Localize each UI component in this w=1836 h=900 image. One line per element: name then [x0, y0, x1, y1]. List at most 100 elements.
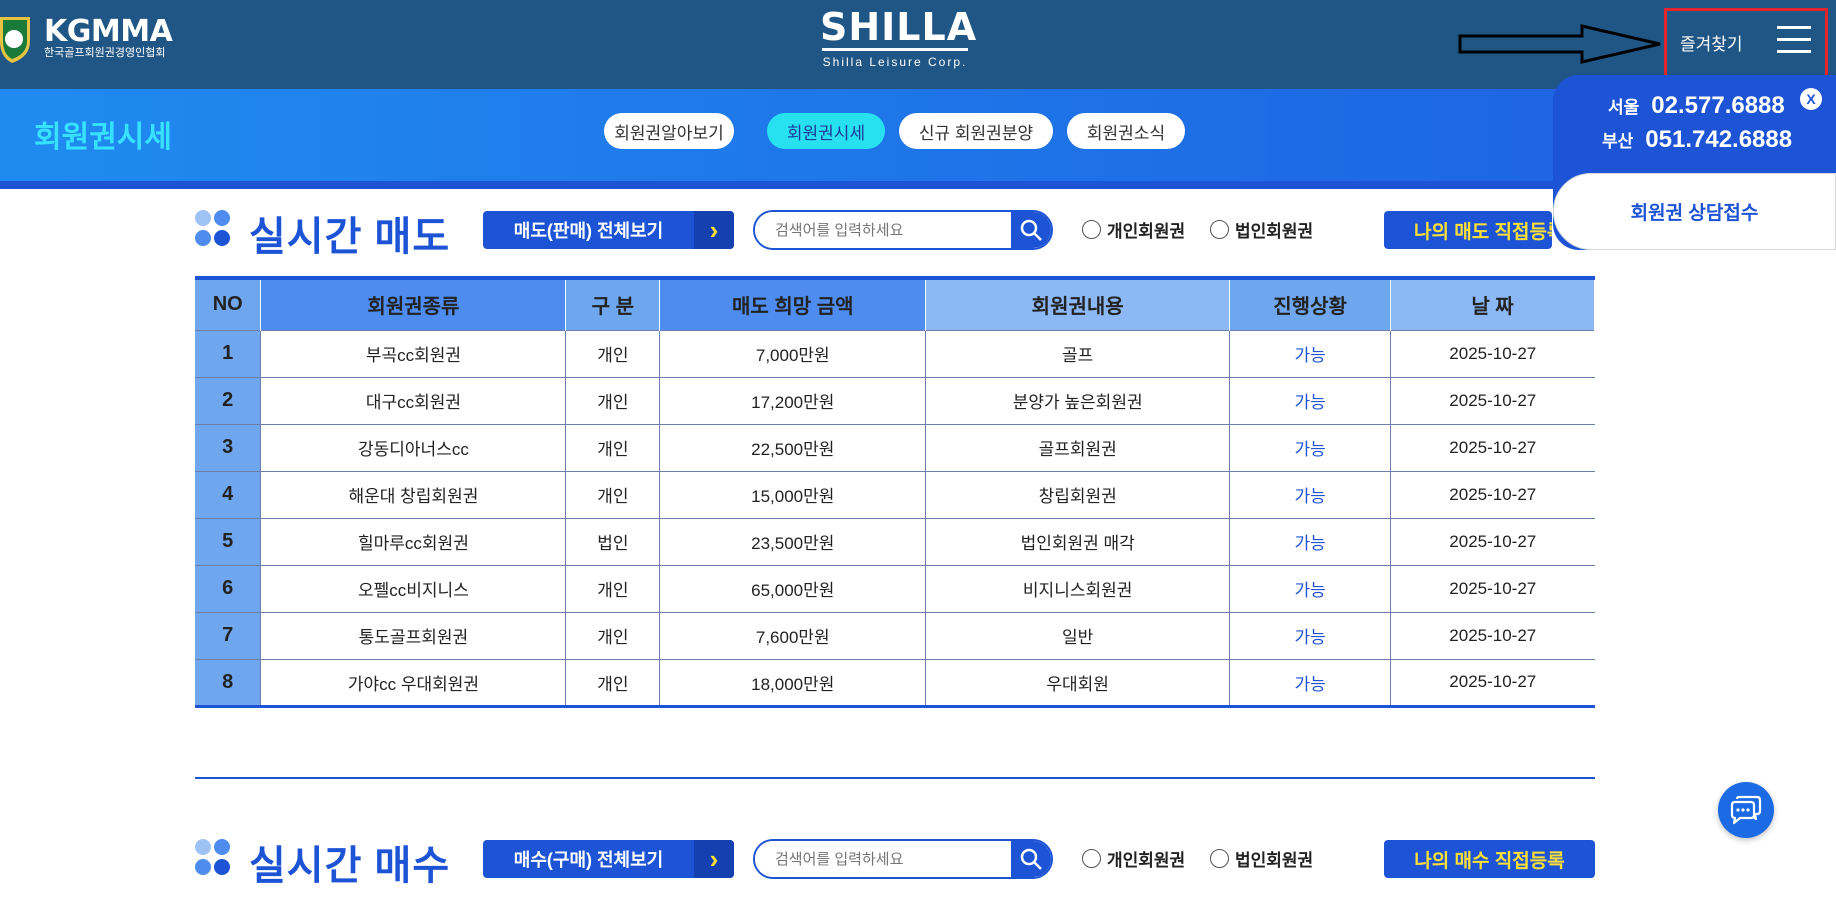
- cell-asking-price: 7,000만원: [659, 329, 927, 378]
- sell-view-all-button[interactable]: 매도(판매) 전체보기 ›: [483, 211, 734, 249]
- cell-date: 2025-10-27: [1390, 517, 1595, 566]
- cell-membership-details: 분양가 높은회원권: [925, 376, 1231, 425]
- seoul-label: 서울: [1608, 98, 1640, 117]
- kgmma-logo[interactable]: KGMMA 한국골프회원권경영인협회: [0, 12, 173, 64]
- brand-subtitle: Shilla Leisure Corp.: [822, 55, 968, 69]
- sell-register-button[interactable]: 나의 매도 직접등록: [1384, 211, 1552, 249]
- brand-name: SHILLA: [820, 5, 978, 49]
- cell-category: 개인: [565, 470, 661, 519]
- page-title: 회원권시세: [34, 121, 172, 154]
- cell-date: 2025-10-27: [1390, 564, 1595, 613]
- tab-membership-price[interactable]: 회원권시세: [767, 113, 885, 149]
- buy-view-all-button[interactable]: 매수(구매) 전체보기 ›: [483, 840, 734, 878]
- radio-circle-icon: [1210, 849, 1229, 868]
- section-dots-icon: [195, 210, 231, 248]
- radio-corporate-membership[interactable]: 법인회원권: [1210, 846, 1313, 871]
- radio-circle-icon: [1082, 220, 1101, 239]
- busan-phone[interactable]: 부산 051.742.6888: [1602, 126, 1792, 154]
- shilla-logo[interactable]: SHILLA Shilla Leisure Corp.: [820, 5, 978, 69]
- table-row[interactable]: 3 강동디아너스cc 개인 22,500만원 골프회원권 가능 2025-10-27: [195, 423, 1595, 472]
- buy-search-input[interactable]: [755, 841, 1011, 877]
- cell-no: 8: [195, 658, 262, 707]
- kgmma-logo-subtext: 한국골프회원권경영인협회: [44, 46, 166, 59]
- cell-date: 2025-10-27: [1390, 423, 1595, 472]
- cell-date: 2025-10-27: [1390, 329, 1595, 378]
- cell-membership-details: 비지니스회원권: [925, 564, 1231, 613]
- header-category: 구 분: [565, 278, 661, 330]
- cell-membership-type[interactable]: 힐마루cc회원권: [260, 517, 567, 566]
- sell-view-all-label: 매도(판매) 전체보기: [513, 221, 664, 241]
- cell-no: 6: [195, 564, 262, 613]
- radio-circle-icon: [1210, 220, 1229, 239]
- header-membership-details: 회원권내용: [925, 278, 1231, 330]
- cell-no: 7: [195, 611, 262, 660]
- cell-no: 5: [195, 517, 262, 566]
- seoul-phone-number: 02.577.6888: [1651, 92, 1785, 119]
- section-divider: [195, 777, 1595, 779]
- radio-corporate-membership[interactable]: 법인회원권: [1210, 217, 1313, 242]
- cell-status[interactable]: 가능: [1229, 564, 1392, 613]
- header-membership-type: 회원권종류: [260, 278, 567, 330]
- cell-asking-price: 7,600만원: [659, 611, 927, 660]
- chat-icon[interactable]: [1718, 782, 1774, 838]
- radio-personal-membership[interactable]: 개인회원권: [1082, 217, 1185, 242]
- table-row[interactable]: 5 힐마루cc회원권 법인 23,500만원 법인회원권 매각 가능 2025-10-27: [195, 517, 1595, 566]
- cell-status[interactable]: 가능: [1229, 329, 1392, 378]
- cell-asking-price: 23,500만원: [659, 517, 927, 566]
- cell-category: 개인: [565, 376, 661, 425]
- busan-label: 부산: [1602, 132, 1634, 151]
- radio-corporate-label: 법인회원권: [1235, 222, 1314, 241]
- cell-membership-type[interactable]: 가야cc 우대회원권: [260, 658, 567, 707]
- cell-status[interactable]: 가능: [1229, 517, 1392, 566]
- sell-search-input[interactable]: [755, 212, 1011, 248]
- cell-category: 개인: [565, 423, 661, 472]
- table-row[interactable]: 4 해운대 창립회원권 개인 15,000만원 창립회원권 가능 2025-10-27: [195, 470, 1595, 519]
- busan-phone-number: 051.742.6888: [1645, 126, 1793, 153]
- tab-membership-info[interactable]: 회원권알아보기: [604, 113, 734, 149]
- cell-membership-type[interactable]: 해운대 창립회원권: [260, 470, 567, 519]
- cell-membership-details: 일반: [925, 611, 1231, 660]
- shield-logo-icon: [0, 13, 36, 63]
- table-header-row: NO 회원권종류 구 분 매도 희망 금액 회원권내용 진행상황 날 짜: [195, 278, 1595, 330]
- cell-date: 2025-10-27: [1390, 658, 1595, 707]
- cell-status[interactable]: 가능: [1229, 423, 1392, 472]
- hamburger-menu-icon[interactable]: [1777, 26, 1811, 54]
- favorites-link[interactable]: 즐겨찾기: [1680, 30, 1743, 55]
- cell-no: 4: [195, 470, 262, 519]
- table-row[interactable]: 7 통도골프회원권 개인 7,600만원 일반 가능 2025-10-27: [195, 611, 1595, 660]
- search-icon[interactable]: [1011, 841, 1051, 877]
- cell-status[interactable]: 가능: [1229, 611, 1392, 660]
- cell-status[interactable]: 가능: [1229, 376, 1392, 425]
- seoul-phone[interactable]: 서울 02.577.6888: [1608, 92, 1785, 120]
- table-row[interactable]: 1 부곡cc회원권 개인 7,000만원 골프 가능 2025-10-27: [195, 329, 1595, 378]
- search-icon[interactable]: [1011, 212, 1051, 248]
- cell-category: 개인: [565, 564, 661, 613]
- cell-membership-type[interactable]: 대구cc회원권: [260, 376, 567, 425]
- tab-new-membership-sale[interactable]: 신규 회원권분양: [899, 113, 1053, 149]
- radio-personal-membership[interactable]: 개인회원권: [1082, 846, 1185, 871]
- cell-membership-details: 골프: [925, 329, 1231, 378]
- cell-membership-type[interactable]: 강동디아너스cc: [260, 423, 567, 472]
- cell-asking-price: 15,000만원: [659, 470, 927, 519]
- cell-membership-details: 법인회원권 매각: [925, 517, 1231, 566]
- buy-register-button[interactable]: 나의 매수 직접등록: [1384, 840, 1595, 878]
- radio-personal-label: 개인회원권: [1107, 851, 1186, 870]
- cell-membership-type[interactable]: 오펠cc비지니스: [260, 564, 567, 613]
- cell-category: 개인: [565, 611, 661, 660]
- table-row[interactable]: 2 대구cc회원권 개인 17,200만원 분양가 높은회원권 가능 2025-10-27: [195, 376, 1595, 425]
- close-icon[interactable]: X: [1800, 88, 1822, 110]
- cell-no: 2: [195, 376, 262, 425]
- radio-corporate-label: 법인회원권: [1235, 851, 1314, 870]
- cell-no: 3: [195, 423, 262, 472]
- table-row[interactable]: 6 오펠cc비지니스 개인 65,000만원 비지니스회원권 가능 2025-10-27: [195, 564, 1595, 613]
- cell-status[interactable]: 가능: [1229, 658, 1392, 707]
- cell-membership-type[interactable]: 부곡cc회원권: [260, 329, 567, 378]
- sell-section-title: 실시간 매도: [249, 215, 451, 259]
- cell-category: 개인: [565, 329, 661, 378]
- consultation-button[interactable]: 회원권 상담접수: [1553, 173, 1836, 250]
- tab-membership-news[interactable]: 회원권소식: [1067, 113, 1185, 149]
- cell-status[interactable]: 가능: [1229, 470, 1392, 519]
- cell-membership-type[interactable]: 통도골프회원권: [260, 611, 567, 660]
- chevron-right-icon: ›: [694, 211, 734, 249]
- table-row[interactable]: 8 가야cc 우대회원권 개인 18,000만원 우대회원 가능 2025-10-27: [195, 658, 1595, 707]
